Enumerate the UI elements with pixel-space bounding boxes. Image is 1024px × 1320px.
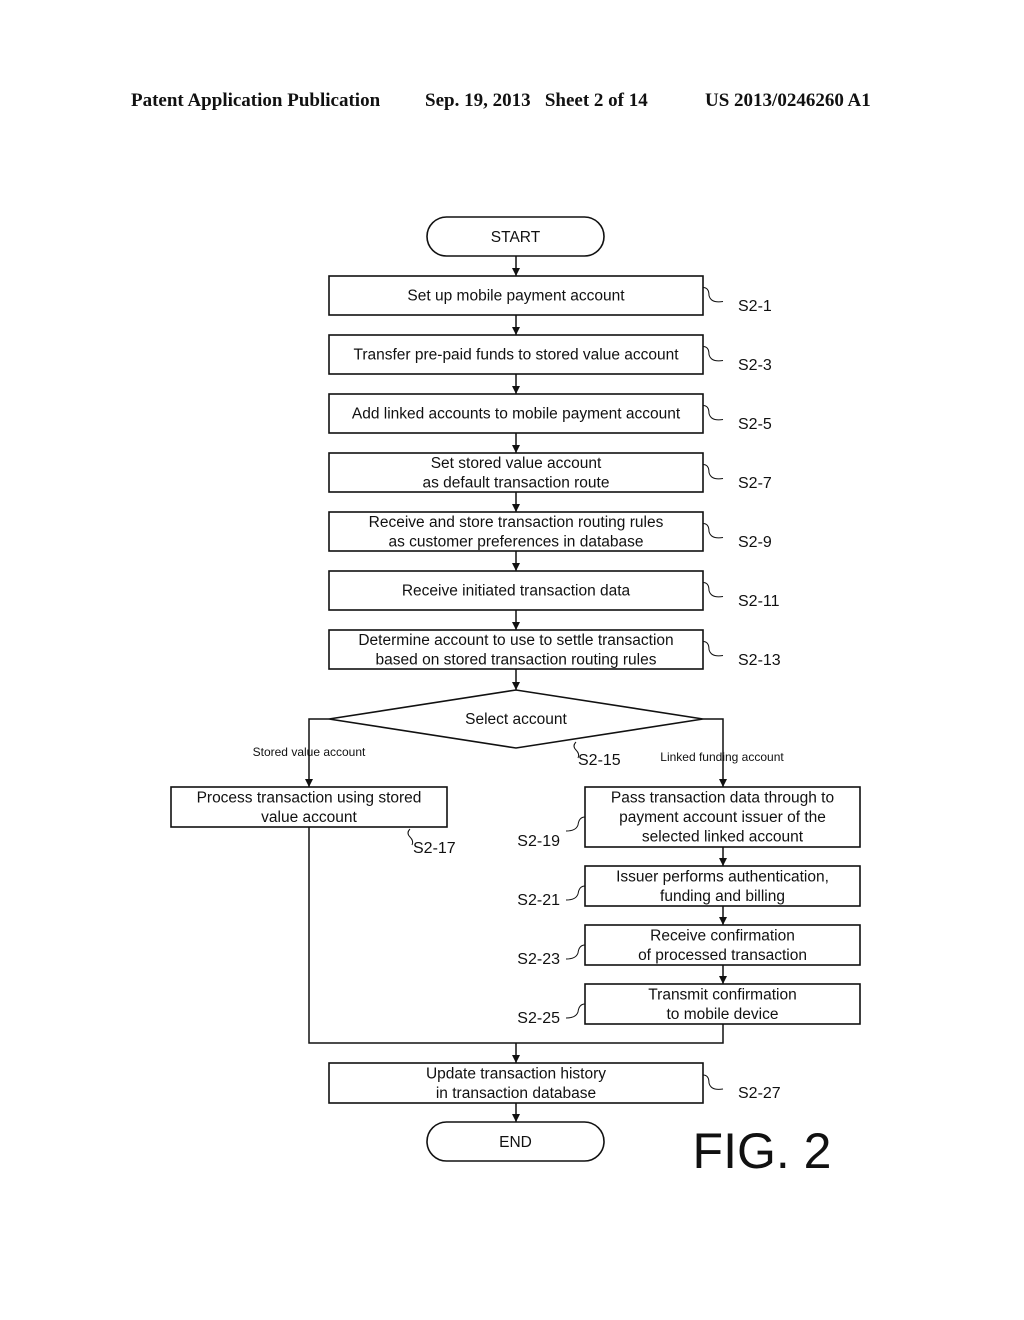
step-text-line: Receive confirmation <box>650 927 795 944</box>
step-text-line: selected linked account <box>642 829 804 846</box>
process-step-S2-21: Issuer performs authentication, funding a… <box>517 865 861 909</box>
step-leader <box>565 944 586 960</box>
process-step-S2-27: Update transaction history in transaction… <box>328 1062 781 1104</box>
end-terminator: END <box>426 1121 605 1162</box>
process-step-S2-19: Pass transaction data through to payment … <box>517 786 861 850</box>
step-id-S2-27: S2-27 <box>738 1085 781 1102</box>
step-leader <box>702 523 724 539</box>
step-id-S2-1: S2-1 <box>738 298 772 315</box>
step-text-line: Set up mobile payment account <box>407 288 625 305</box>
step-text-line: Process transaction using stored <box>197 789 422 806</box>
decision-label: Select account <box>465 711 567 728</box>
step-leader <box>702 405 724 421</box>
process-step-S2-25: Transmit confirmation to mobile device S2-… <box>517 983 861 1027</box>
branch-label-stored-value: Stored value account <box>253 745 366 759</box>
step-id-S2-5: S2-5 <box>738 416 772 433</box>
step-text-line: Update transaction history <box>426 1065 606 1082</box>
step-id-S2-3: S2-3 <box>738 357 772 374</box>
step-id-S2-11: S2-11 <box>738 593 780 610</box>
step-text-line: Issuer performs authentication, <box>616 868 829 885</box>
step-leader <box>407 828 414 846</box>
step-id-S2-15: S2-15 <box>578 752 621 769</box>
process-step-S2-5: Add linked accounts to mobile payment ac… <box>328 393 772 434</box>
process-step-S2-7: Set stored value account as default trans… <box>328 452 772 493</box>
step-text-line: Determine account to use to settle trans… <box>358 632 673 649</box>
step-id-S2-23: S2-23 <box>517 951 560 968</box>
step-leader <box>565 816 586 832</box>
end-label: END <box>499 1134 532 1151</box>
step-leader <box>702 464 724 480</box>
step-text-line: Transmit confirmation <box>648 986 796 1003</box>
step-text-line: Pass transaction data through to <box>611 790 834 807</box>
step-id-S2-25: S2-25 <box>517 1010 560 1027</box>
step-text-line: Receive initiated transaction data <box>402 583 631 600</box>
process-step-S2-17: Process transaction using stored value ac… <box>170 786 456 857</box>
start-label: START <box>491 229 541 246</box>
step-leader <box>702 346 724 362</box>
step-text-line: value account <box>261 809 357 826</box>
decision-select-account: Select account S2-15 <box>328 689 704 769</box>
step-id-S2-19: S2-19 <box>517 833 560 850</box>
start-terminator: START <box>426 216 605 257</box>
step-leader <box>702 582 724 598</box>
step-id-S2-21: S2-21 <box>517 892 560 909</box>
step-text-line: payment account issuer of the <box>619 809 826 826</box>
step-id-S2-17: S2-17 <box>413 840 456 857</box>
step-id-S2-7: S2-7 <box>738 475 772 492</box>
step-text-line: as default transaction route <box>423 474 610 491</box>
flowchart-diagram: START Set up mobile payment account S2-1 T… <box>170 216 861 1179</box>
process-step-S2-3: Transfer pre-paid funds to stored value … <box>328 334 772 375</box>
process-step-S2-1: Set up mobile payment account S2-1 <box>328 275 772 316</box>
step-text-line: Set stored value account <box>431 455 602 472</box>
step-text-line: funding and billing <box>660 888 785 905</box>
step-id-S2-9: S2-9 <box>738 534 772 551</box>
step-text-line: of processed transaction <box>638 947 807 964</box>
process-step-S2-11: Receive initiated transaction data S2-11 <box>328 570 780 611</box>
step-leader <box>702 1074 724 1090</box>
step-text-line: to mobile device <box>666 1006 778 1023</box>
process-step-S2-13: Determine account to use to settle trans… <box>328 629 781 670</box>
branch-label-linked-funding: Linked funding account <box>660 750 784 764</box>
step-text-line: as customer preferences in database <box>388 533 643 550</box>
step-text-line: Transfer pre-paid funds to stored value … <box>353 347 679 364</box>
step-text-line: based on stored transaction routing rule… <box>376 651 657 668</box>
step-leader <box>565 1003 586 1019</box>
step-leader <box>565 885 586 901</box>
process-step-S2-9: Receive and store transaction routing ru… <box>328 511 772 552</box>
step-leader <box>702 287 724 303</box>
step-text-line: Receive and store transaction routing ru… <box>369 514 664 531</box>
step-leader <box>702 641 724 657</box>
figure-label: FIG. 2 <box>693 1123 832 1179</box>
step-id-S2-13: S2-13 <box>738 652 781 669</box>
process-step-S2-23: Receive confirmation of processed transac… <box>517 924 861 968</box>
step-text-line: in transaction database <box>436 1085 596 1102</box>
step-text-line: Add linked accounts to mobile payment ac… <box>352 406 681 423</box>
